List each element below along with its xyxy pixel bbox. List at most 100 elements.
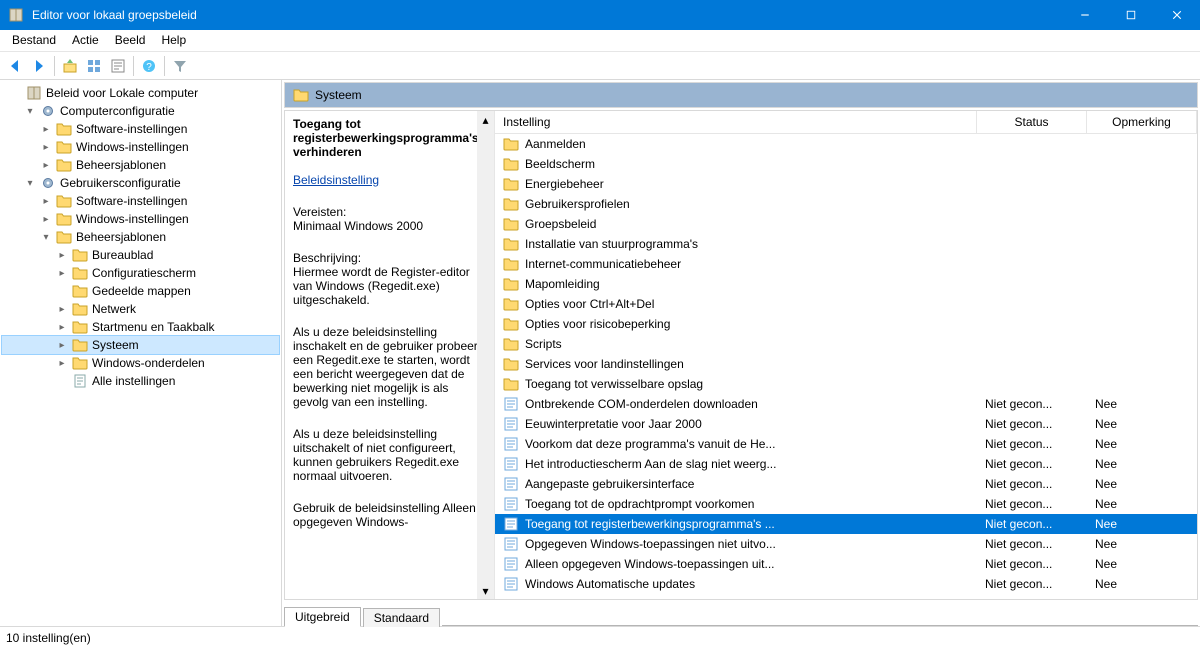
titlebar[interactable]: Editor voor lokaal groepsbeleid [0, 0, 1200, 30]
list-folder[interactable]: Toegang tot verwisselbare opslag [495, 374, 1197, 394]
folder-icon [503, 176, 519, 192]
tree-twisty[interactable]: ▸ [56, 268, 68, 279]
tree-twisty[interactable]: ▾ [24, 106, 36, 117]
list-folder[interactable]: Energiebeheer [495, 174, 1197, 194]
tree-twisty[interactable]: ▸ [56, 322, 68, 333]
back-button[interactable] [4, 55, 26, 77]
tree-node[interactable]: ▸Systeem [2, 336, 279, 354]
list-setting[interactable]: Eeuwinterpretatie voor Jaar 2000Niet gec… [495, 414, 1197, 434]
list-setting[interactable]: Toegang tot de opdrachtprompt voorkomenN… [495, 494, 1197, 514]
properties-button[interactable] [107, 55, 129, 77]
list-setting[interactable]: Opgegeven Windows-toepassingen niet uitv… [495, 534, 1197, 554]
scroll-up-icon[interactable]: ▴ [477, 111, 494, 128]
row-status [977, 223, 1087, 225]
list-folder[interactable]: Services voor landinstellingen [495, 354, 1197, 374]
tree-twisty[interactable]: ▸ [40, 160, 52, 171]
setting-icon [503, 556, 519, 572]
forward-button[interactable] [28, 55, 50, 77]
list-setting[interactable]: Het introductiescherm Aan de slag niet w… [495, 454, 1197, 474]
col-status[interactable]: Status [977, 111, 1087, 133]
list-setting[interactable]: Voorkom dat deze programma's vanuit de H… [495, 434, 1197, 454]
list-folder[interactable]: Beeldscherm [495, 154, 1197, 174]
tree-twisty[interactable]: ▸ [40, 124, 52, 135]
help-button[interactable] [138, 55, 160, 77]
tree-node[interactable]: ▸Windows-onderdelen [2, 354, 279, 372]
tree-twisty[interactable]: ▾ [40, 232, 52, 243]
tree-node[interactable]: Gedeelde mappen [2, 282, 279, 300]
tree-twisty[interactable]: ▸ [56, 340, 68, 351]
tree-node[interactable]: ▸Windows-instellingen [2, 210, 279, 228]
tree-node[interactable]: ▾Gebruikersconfiguratie [2, 174, 279, 192]
list-folder[interactable]: Gebruikersprofielen [495, 194, 1197, 214]
list-setting[interactable]: Aangepaste gebruikersinterfaceNiet gecon… [495, 474, 1197, 494]
tree-node[interactable]: ▸Bureaublad [2, 246, 279, 264]
row-status [977, 183, 1087, 185]
col-setting[interactable]: Instelling [495, 111, 977, 133]
tree-twisty[interactable]: ▾ [24, 178, 36, 189]
row-comment [1087, 163, 1197, 165]
scroll-down-icon[interactable]: ▾ [477, 582, 494, 599]
list-folder[interactable]: Mapomleiding [495, 274, 1197, 294]
list-folder[interactable]: Aanmelden [495, 134, 1197, 154]
list-folder[interactable]: Groepsbeleid [495, 214, 1197, 234]
tree-node[interactable]: ▸Software-instellingen [2, 120, 279, 138]
row-status: Niet gecon... [977, 576, 1087, 592]
menu-view[interactable]: Beeld [107, 31, 154, 49]
tree-node[interactable]: ▸ Configuratiescherm [2, 264, 279, 282]
tab-standard[interactable]: Standaard [363, 608, 440, 627]
tree-node[interactable]: Alle instellingen [2, 372, 279, 390]
paper-icon [72, 373, 88, 389]
list-setting[interactable]: Alleen opgegeven Windows-toepassingen ui… [495, 554, 1197, 574]
folder-icon [72, 355, 88, 371]
folder-icon [56, 139, 72, 155]
tree-twisty[interactable]: ▸ [40, 142, 52, 153]
col-comment[interactable]: Opmerking [1087, 111, 1197, 133]
folder-icon [503, 236, 519, 252]
views-button[interactable] [83, 55, 105, 77]
list-folder[interactable]: Opties voor risicobeperking [495, 314, 1197, 334]
tree-node[interactable]: ▾Beheersjablonen [2, 228, 279, 246]
list-pane[interactable]: Instelling Status Opmerking AanmeldenBee… [495, 111, 1197, 599]
tree-node[interactable]: ▾Computerconfiguratie [2, 102, 279, 120]
close-button[interactable] [1154, 0, 1200, 30]
tree-node-label: Windows-instellingen [76, 140, 189, 154]
list-setting[interactable]: Windows Automatische updatesNiet gecon..… [495, 574, 1197, 594]
tab-extended[interactable]: Uitgebreid [284, 607, 361, 627]
tree-twisty[interactable]: ▸ [40, 214, 52, 225]
tree-node[interactable]: ▸Startmenu en Taakbalk [2, 318, 279, 336]
tree-node[interactable]: ▸Software-instellingen [2, 192, 279, 210]
tree-twisty[interactable]: ▸ [56, 358, 68, 369]
description-scrollbar[interactable]: ▴ ▾ [477, 111, 494, 599]
tree-pane[interactable]: Beleid voor Lokale computer▾Computerconf… [0, 80, 282, 626]
maximize-button[interactable] [1108, 0, 1154, 30]
tree-node[interactable]: ▸Netwerk [2, 300, 279, 318]
list-setting[interactable]: Ontbrekende COM-onderdelen downloadenNie… [495, 394, 1197, 414]
edit-policy-link[interactable]: Beleidsinstelling [293, 173, 379, 187]
filter-button[interactable] [169, 55, 191, 77]
list-folder[interactable]: Installatie van stuurprogramma's [495, 234, 1197, 254]
view-tabs: Uitgebreid Standaard [284, 602, 1198, 626]
tree-twisty[interactable]: ▸ [56, 304, 68, 315]
tree-twisty[interactable]: ▸ [56, 250, 68, 261]
list-folder[interactable]: Internet-communicatiebeheer [495, 254, 1197, 274]
list-setting[interactable]: Toegang tot registerbewerkingsprogramma'… [495, 514, 1197, 534]
list-folder[interactable]: Scripts [495, 334, 1197, 354]
list-folder[interactable]: Opties voor Ctrl+Alt+Del [495, 294, 1197, 314]
tree-node[interactable]: ▸ Windows-instellingen [2, 138, 279, 156]
menu-file[interactable]: Bestand [4, 31, 64, 49]
row-status: Niet gecon... [977, 396, 1087, 412]
parent-button[interactable] [59, 55, 81, 77]
minimize-button[interactable] [1062, 0, 1108, 30]
menu-help[interactable]: Help [153, 31, 194, 49]
row-comment [1087, 243, 1197, 245]
row-comment [1087, 143, 1197, 145]
tree-twisty[interactable]: ▸ [40, 196, 52, 207]
folder-icon [503, 296, 519, 312]
folder-icon [56, 193, 72, 209]
content-header-label: Systeem [315, 88, 362, 102]
tree-node[interactable]: ▸Beheersjablonen [2, 156, 279, 174]
row-comment [1087, 363, 1197, 365]
tree-node[interactable]: Beleid voor Lokale computer [2, 84, 279, 102]
menu-action[interactable]: Actie [64, 31, 107, 49]
tree-node-label: Configuratiescherm [92, 266, 196, 280]
